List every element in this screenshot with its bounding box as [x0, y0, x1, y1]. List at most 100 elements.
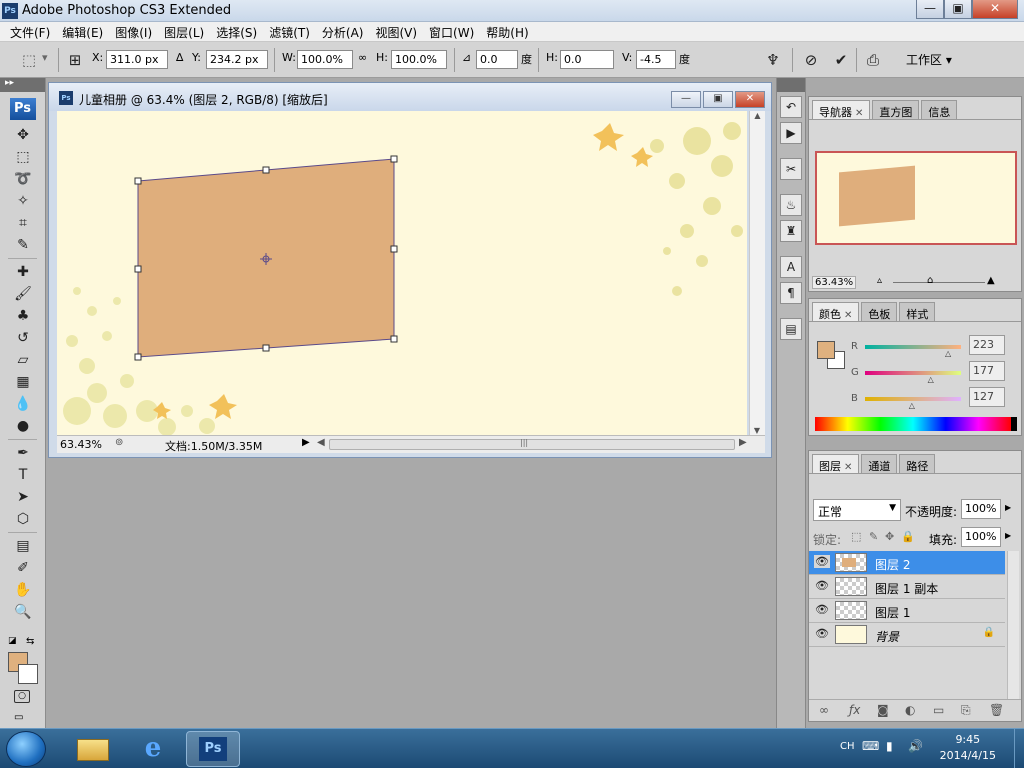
actions-panel-icon[interactable]: ▶ — [780, 122, 802, 144]
doc-minimize-button[interactable]: — — [671, 91, 701, 108]
marquee-tool-icon[interactable]: ⬚ — [0, 146, 46, 168]
lock-transparency-icon[interactable]: ⬚ — [851, 530, 861, 543]
menu-image[interactable]: 图像(I) — [109, 22, 158, 41]
screen-mode-icon[interactable]: ▭ — [14, 712, 23, 723]
green-slider-thumb-icon[interactable]: △ — [928, 375, 934, 384]
new-layer-icon[interactable]: ⎘ — [961, 703, 971, 718]
swap-colors-icon[interactable]: ⇆ — [26, 636, 34, 647]
type-tool-icon[interactable]: T — [0, 464, 46, 486]
tab-info[interactable]: 信息 — [921, 100, 958, 119]
restore-button[interactable]: ▣ — [944, 0, 972, 19]
green-value-field[interactable]: 177 — [969, 361, 1005, 381]
zoom-out-icon[interactable]: ▵ — [877, 275, 882, 286]
zoom-level[interactable]: 63.43% — [60, 438, 102, 451]
handle-top-left[interactable] — [134, 177, 142, 185]
visibility-eye-icon[interactable]: 👁 — [814, 603, 830, 616]
layer-comps-panel-icon[interactable]: ▤ — [780, 318, 802, 340]
hskew-field[interactable]: 0.0 — [560, 50, 614, 69]
handle-top-right[interactable] — [390, 155, 398, 163]
menu-filter[interactable]: 滤镜(T) — [263, 22, 316, 41]
handle-top-middle[interactable] — [262, 166, 270, 174]
horizontal-scrollbar-thumb[interactable]: ||| — [329, 438, 735, 450]
start-button[interactable] — [6, 731, 46, 767]
tab-swatches[interactable]: 色板 — [861, 302, 898, 321]
handle-bottom-middle[interactable] — [262, 344, 270, 352]
layer-row[interactable]: 👁 背景 🔒 — [809, 623, 1005, 647]
default-colors-icon[interactable]: ◪ — [8, 636, 17, 646]
menu-window[interactable]: 窗口(W) — [423, 22, 480, 41]
red-value-field[interactable]: 223 — [969, 335, 1005, 355]
document-canvas[interactable] — [57, 111, 747, 437]
menu-view[interactable]: 视图(V) — [369, 22, 423, 41]
reference-point-icon[interactable]: ⊞ — [64, 49, 86, 71]
cancel-transform-icon[interactable]: ⊘ — [800, 49, 822, 71]
x-field[interactable]: 311.0 px — [106, 50, 168, 69]
color-ramp-black[interactable] — [1011, 417, 1017, 431]
photoshop-taskbar-button[interactable]: Ps — [186, 731, 240, 767]
tools-panel-handle[interactable]: ▸▸ — [0, 78, 45, 92]
path-selection-tool-icon[interactable]: ➤ — [0, 486, 46, 508]
clone-stamp-tool-icon[interactable]: ♣ — [0, 305, 46, 327]
scroll-left-icon[interactable]: ◀ — [317, 437, 325, 448]
zoom-slider-thumb-icon[interactable]: ⌂ — [927, 275, 933, 286]
status-menu-arrow-icon[interactable]: ▶ — [302, 437, 310, 448]
close-button[interactable]: ✕ — [972, 0, 1018, 19]
shape-tool-icon[interactable]: ⬡ — [0, 508, 46, 530]
y-field[interactable]: 234.2 px — [206, 50, 268, 69]
tab-paths[interactable]: 路径 — [899, 454, 936, 473]
menu-help[interactable]: 帮助(H) — [480, 22, 534, 41]
navigator-zoom[interactable]: 63.43% — [812, 276, 857, 289]
menu-edit[interactable]: 编辑(E) — [56, 22, 109, 41]
color-spectrum-ramp[interactable] — [815, 417, 1011, 431]
opacity-arrow-icon[interactable]: ▶ — [1005, 503, 1011, 512]
workspace-menu[interactable]: 工作区 ▾ — [906, 51, 952, 68]
delete-layer-icon[interactable]: 🗑 — [989, 703, 1004, 717]
fill-field[interactable]: 100% — [961, 527, 1001, 547]
layer-row[interactable]: 👁 图层 1 副本 — [809, 575, 1005, 599]
hand-tool-icon[interactable]: ✋ — [0, 579, 46, 601]
internet-explorer-taskbar-icon[interactable]: e — [126, 731, 180, 767]
brush-tool-icon[interactable]: 🖌 — [0, 283, 46, 305]
visibility-eye-icon[interactable]: 👁 — [814, 579, 830, 592]
tab-histogram[interactable]: 直方图 — [872, 100, 920, 119]
character-panel-icon[interactable]: A — [780, 256, 802, 278]
w-field[interactable]: 100.0% — [297, 50, 353, 69]
adjustment-layer-icon[interactable]: ◐ — [905, 703, 915, 717]
green-channel-slider[interactable] — [865, 371, 961, 375]
doc-close-button[interactable]: ✕ — [735, 91, 765, 108]
add-mask-icon[interactable]: ◙ — [877, 703, 889, 717]
tab-navigator[interactable]: 导航器 ✕ — [812, 100, 871, 119]
healing-brush-tool-icon[interactable]: ✚ — [0, 261, 46, 283]
color-foreground-swatch[interactable] — [817, 341, 835, 359]
vskew-field[interactable]: -4.5 — [636, 50, 676, 69]
tool-preset-icon[interactable]: ⬚ — [18, 49, 40, 71]
tab-styles[interactable]: 样式 — [899, 302, 936, 321]
dodge-tool-icon[interactable]: ● — [0, 415, 46, 437]
h-field[interactable]: 100.0% — [391, 50, 447, 69]
zoom-tool-icon[interactable]: 🔍 — [0, 601, 46, 623]
menu-file[interactable]: 文件(F) — [4, 22, 56, 41]
crop-tool-icon[interactable]: ⌗ — [0, 212, 46, 234]
link-icon[interactable]: ∞ — [358, 51, 367, 64]
status-info-icon[interactable]: ⊚ — [115, 437, 123, 448]
eyedropper-tool-icon[interactable]: ✐ — [0, 557, 46, 579]
scroll-right-icon[interactable]: ▶ — [739, 437, 747, 448]
layer-thumbnail[interactable] — [835, 553, 867, 572]
navigator-preview[interactable] — [815, 151, 1017, 245]
blend-mode-select[interactable]: 正常 ▼ — [813, 499, 901, 521]
layers-scrollbar[interactable] — [1007, 551, 1019, 699]
menu-layer[interactable]: 图层(L) — [158, 22, 210, 41]
red-slider-thumb-icon[interactable]: △ — [945, 349, 951, 358]
handle-bottom-right[interactable] — [390, 335, 398, 343]
pen-tool-icon[interactable]: ✒ — [0, 442, 46, 464]
blue-slider-thumb-icon[interactable]: △ — [909, 401, 915, 410]
warp-mode-icon[interactable]: ♆ — [762, 49, 784, 71]
preset-dropdown-icon[interactable]: ▾ — [42, 51, 48, 64]
layer-thumbnail[interactable] — [835, 625, 867, 644]
move-tool-icon[interactable]: ✥ — [0, 124, 46, 146]
opacity-field[interactable]: 100% — [961, 499, 1001, 519]
history-brush-tool-icon[interactable]: ↺ — [0, 327, 46, 349]
doc-maximize-button[interactable]: ▣ — [703, 91, 733, 108]
visibility-eye-icon[interactable]: 👁 — [814, 627, 830, 640]
document-title-bar[interactable]: Ps 儿童相册 @ 63.4% (图层 2, RGB/8) [缩放后] — ▣ … — [49, 83, 771, 111]
